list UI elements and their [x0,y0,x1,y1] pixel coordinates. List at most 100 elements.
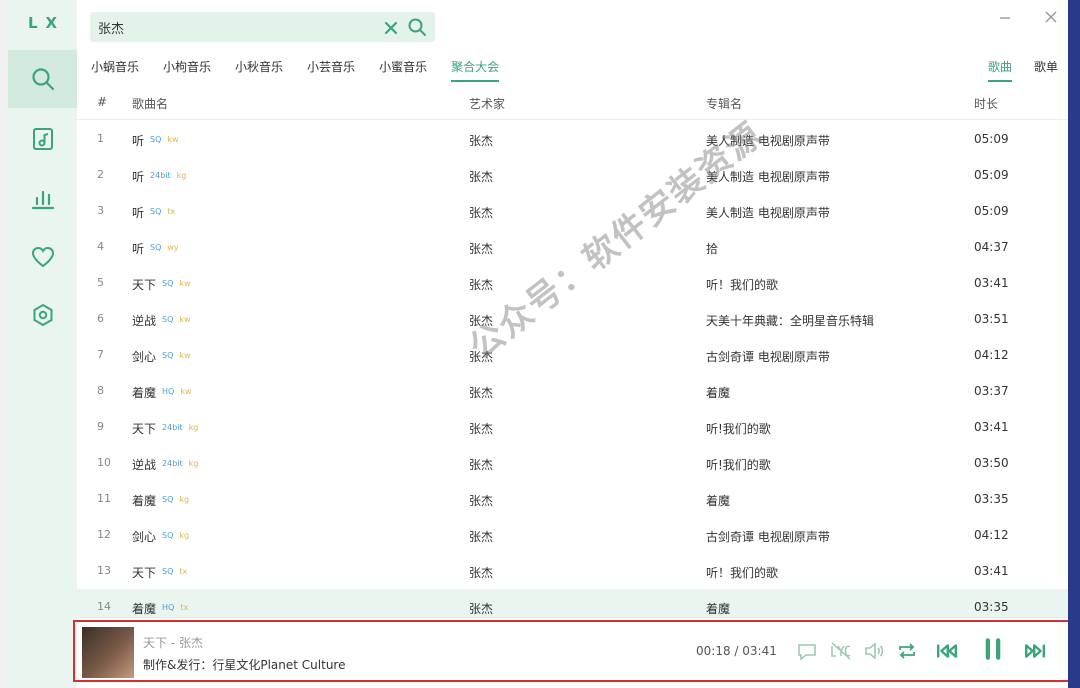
nav-leaderboard[interactable] [8,170,77,228]
table-row[interactable]: 14 着魔 HQ tx 张杰 着魔 03:35 [77,589,1068,617]
row-number: 1 [97,132,104,145]
table-row[interactable]: 5 天下 SQ kw 张杰 听！我们的歌 03:41 [77,265,1068,301]
table-row[interactable]: 12 剑心 SQ kg 张杰 古剑奇谭 电视剧原声带 04:12 [77,517,1068,553]
song-name-cell: 听 24bit kg [132,168,186,185]
nav-settings[interactable] [8,286,77,344]
song-name: 剑心 [132,350,157,364]
artist-cell[interactable]: 张杰 [469,204,493,221]
next-button[interactable] [1023,639,1053,663]
album-cell[interactable]: 拾 [706,240,718,257]
artist-cell[interactable]: 张杰 [469,312,493,329]
nav-song-list[interactable] [8,110,77,168]
song-name: 着魔 [132,602,157,616]
nav-search[interactable] [8,50,77,108]
table-row[interactable]: 1 听 SQ kw 张杰 美人制造 电视剧原声带 05:09 [77,121,1068,157]
album-cell[interactable]: 听！我们的歌 [706,276,778,293]
album-cell[interactable]: 古剑奇谭 电视剧原声带 [706,348,830,365]
song-name-cell: 逆战 24bit kg [132,456,198,473]
artist-cell[interactable]: 张杰 [469,132,493,149]
table-row[interactable]: 6 逆战 SQ kw 张杰 天美十年典藏：全明星音乐特辑 03:51 [77,301,1068,337]
tab-source-4[interactable]: 小芸音乐 [307,58,355,82]
previous-button[interactable] [935,639,965,663]
source-badge: tx [167,207,176,216]
comment-button[interactable] [795,639,819,663]
artist-cell[interactable]: 张杰 [469,384,493,401]
row-number: 12 [97,528,111,541]
artist-cell[interactable]: 张杰 [469,420,493,437]
volume-icon [865,642,884,660]
repeat-button[interactable] [895,639,919,663]
main-panel: 小蜗音乐 小枸音乐 小秋音乐 小芸音乐 小蜜音乐 聚合大会 歌曲 歌单 # 歌曲… [73,0,1068,688]
album-cell[interactable]: 着魔 [706,600,730,617]
table-row[interactable]: 2 听 24bit kg 张杰 美人制造 电视剧原声带 05:09 [77,157,1068,193]
album-cell[interactable]: 听！我们的歌 [706,564,778,581]
app-window: LX 张杰 小蜗音乐 小枸音乐 小秋音乐 小芸音乐 小蜜音乐 聚合大会 歌曲 歌… [8,0,1068,688]
album-cell[interactable]: 美人制造 电视剧原声带 [706,168,830,185]
table-row[interactable]: 9 天下 24bit kg 张杰 听!我们的歌 03:41 [77,409,1068,445]
artist-cell[interactable]: 张杰 [469,492,493,509]
album-cell[interactable]: 听!我们的歌 [706,420,771,437]
artist-cell[interactable]: 张杰 [469,276,493,293]
source-badge: kg [188,423,199,432]
search-icon [31,68,54,91]
play-time: 00:18 / 03:41 [696,644,777,658]
header-number: # [97,95,108,109]
tab-songs[interactable]: 歌曲 [987,58,1012,82]
source-badge: kg [179,495,190,504]
song-name: 天下 [132,566,157,580]
tab-source-2[interactable]: 小枸音乐 [163,58,211,82]
table-row[interactable]: 3 听 SQ tx 张杰 美人制造 电视剧原声带 05:09 [77,193,1068,229]
desktop-lyric-button[interactable] [829,639,853,663]
album-cell[interactable]: 听!我们的歌 [706,456,771,473]
tab-source-3[interactable]: 小秋音乐 [235,58,283,82]
tab-source-1[interactable]: 小蜗音乐 [91,58,139,82]
tab-source-aggregate[interactable]: 聚合大会 [451,58,500,82]
album-cell[interactable]: 古剑奇谭 电视剧原声带 [706,528,830,545]
album-cell[interactable]: 美人制造 电视剧原声带 [706,204,830,221]
album-cell[interactable]: 天美十年典藏：全明星音乐特辑 [706,312,874,329]
source-badge: wy [167,243,179,252]
album-cover[interactable] [82,627,134,678]
header-duration: 时长 [974,97,999,111]
duration-cell: 03:50 [974,456,1009,470]
artist-cell[interactable]: 张杰 [469,168,493,185]
artist-cell[interactable]: 张杰 [469,528,493,545]
album-cell[interactable]: 美人制造 电视剧原声带 [706,132,830,149]
album-cell[interactable]: 着魔 [706,492,730,509]
nav-favorites[interactable] [8,228,77,286]
pause-button[interactable] [981,637,1007,665]
duration-cell: 04:12 [974,348,1009,362]
artist-cell[interactable]: 张杰 [469,456,493,473]
quality-badge: HQ [162,387,175,396]
table-row[interactable]: 11 着魔 SQ kg 张杰 着魔 03:35 [77,481,1068,517]
artist-cell[interactable]: 张杰 [469,564,493,581]
quality-badge: SQ [162,495,174,504]
duration-cell: 03:35 [974,492,1009,506]
minimize-button[interactable] [993,6,1017,28]
song-name-cell: 天下 SQ tx [132,564,187,581]
artist-cell[interactable]: 张杰 [469,348,493,365]
song-name: 听 [132,170,145,184]
table-row[interactable]: 7 剑心 SQ kw 张杰 古剑奇谭 电视剧原声带 04:12 [77,337,1068,373]
table-row[interactable]: 10 逆战 24bit kg 张杰 听!我们的歌 03:50 [77,445,1068,481]
volume-button[interactable] [862,639,886,663]
close-button[interactable] [1039,6,1063,28]
tab-source-5[interactable]: 小蜜音乐 [379,58,427,82]
search-input[interactable] [90,12,370,42]
album-cell[interactable]: 着魔 [706,384,730,401]
clear-icon[interactable] [383,18,399,36]
artist-cell[interactable]: 张杰 [469,600,493,617]
song-name: 听 [132,206,145,220]
table-row[interactable]: 8 着魔 HQ kw 张杰 着魔 03:37 [77,373,1068,409]
quality-badge: SQ [162,567,174,576]
table-row[interactable]: 4 听 SQ wy 张杰 拾 04:37 [77,229,1068,265]
tab-playlists[interactable]: 歌单 [1034,58,1058,82]
quality-badge: SQ [150,243,162,252]
source-badge: tx [179,567,188,576]
row-number: 4 [97,240,104,253]
table-row[interactable]: 13 天下 SQ tx 张杰 听！我们的歌 03:41 [77,553,1068,589]
search-icon[interactable] [407,17,427,37]
search-bar [90,12,435,42]
quality-badge: 24bit [162,459,183,468]
artist-cell[interactable]: 张杰 [469,240,493,257]
